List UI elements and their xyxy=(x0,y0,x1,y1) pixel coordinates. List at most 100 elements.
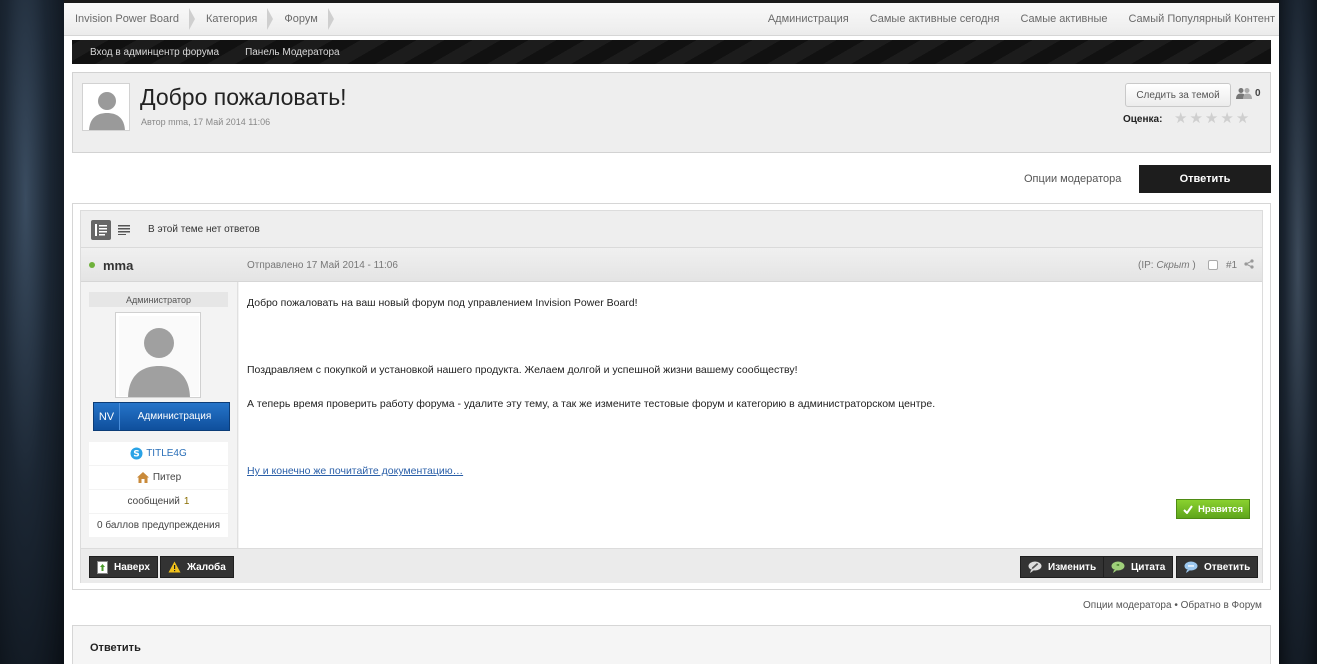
reply-post-button[interactable]: Ответить xyxy=(1176,556,1259,578)
like-label: Нравится xyxy=(1198,503,1243,515)
star-icon[interactable]: ★ xyxy=(1189,111,1202,127)
author-info-column: Администратор NV Администрация S TITLE4G… xyxy=(81,282,238,548)
nav-link-administration[interactable]: Администрация xyxy=(768,13,849,25)
group-initials: NV xyxy=(94,403,120,430)
users-icon xyxy=(1236,88,1252,99)
post-number-link[interactable]: #1 xyxy=(1226,260,1237,271)
edit-bubble-icon xyxy=(1028,561,1042,573)
posts-count-item: сообщений 1 xyxy=(89,490,228,513)
home-icon xyxy=(136,471,150,484)
list-view-icon xyxy=(95,224,107,236)
post-paragraph: Добро пожаловать на ваш новый форум под … xyxy=(247,297,638,309)
posts-count-label: сообщений xyxy=(127,496,180,507)
star-icon[interactable]: ★ xyxy=(1236,111,1249,127)
skype-contact[interactable]: S TITLE4G xyxy=(89,442,228,465)
skype-icon: S xyxy=(130,447,143,460)
quote-label: Цитата xyxy=(1131,561,1166,573)
skype-name: TITLE4G xyxy=(146,448,187,459)
location-item: Питер xyxy=(89,466,228,489)
admin-center-link[interactable]: Вход в админцентр форума xyxy=(90,47,219,58)
quote-button[interactable]: " Цитата xyxy=(1103,556,1174,578)
star-icon[interactable]: ★ xyxy=(1174,111,1187,127)
post-body: Добро пожаловать на ваш новый форум под … xyxy=(239,282,1262,548)
group-name: Администрация xyxy=(137,411,212,422)
star-icon[interactable]: ★ xyxy=(1205,111,1218,127)
follow-topic-button[interactable]: Следить за темой xyxy=(1125,83,1231,107)
post-header: mma Отправлено 17 Май 2014 - 11:06 (IP: … xyxy=(81,248,1262,282)
edit-button[interactable]: Изменить xyxy=(1020,556,1105,578)
posts-count-value: 1 xyxy=(183,496,190,507)
followers-count[interactable]: 0 xyxy=(1236,87,1261,99)
moderator-panel-link[interactable]: Панель Модератора xyxy=(245,47,340,58)
quote-bubble-icon: " xyxy=(1111,561,1125,573)
warning-points[interactable]: 0 баллов предупреждения xyxy=(89,514,228,537)
post-ip-prefix: (IP: xyxy=(1138,260,1157,271)
breadcrumb-item-category[interactable]: Категория xyxy=(195,3,274,35)
topic-header: Добро пожаловать! Автор mma, 17 Май 2014… xyxy=(72,72,1271,153)
avatar-placeholder-icon xyxy=(83,84,129,130)
rating-stars[interactable]: ★ ★ ★ ★ ★ xyxy=(1174,111,1251,127)
rating-label: Оценка: xyxy=(1123,114,1163,125)
author-info-list: S TITLE4G Питер сообщений 1 0 баллов пре… xyxy=(89,442,228,538)
report-button[interactable]: Жалоба xyxy=(160,556,234,578)
like-button[interactable]: Нравится xyxy=(1176,499,1250,519)
documentation-link[interactable]: Ну и конечно же почитайте документацию… xyxy=(247,465,463,477)
bottom-links: Опции модератора • Обратно в Форум xyxy=(1083,600,1262,611)
post-author-link[interactable]: mma xyxy=(103,258,133,273)
view-mode-standard-button[interactable] xyxy=(91,220,111,240)
page-background-right xyxy=(1279,0,1317,664)
post-paragraph: А теперь время проверить работу форума -… xyxy=(247,398,936,410)
topic-mod-bar: В этой теме нет ответов xyxy=(81,211,1262,248)
post-ip: (IP: Скрыт ) xyxy=(1138,260,1196,271)
report-label: Жалоба xyxy=(187,561,226,573)
svg-text:": " xyxy=(1116,563,1120,571)
followers-count-value: 0 xyxy=(1255,87,1261,99)
breadcrumb-item-board[interactable]: Invision Power Board xyxy=(64,3,195,35)
bottom-separator: • xyxy=(1171,600,1181,611)
page-title: Добро пожаловать! xyxy=(140,84,347,110)
lines-icon xyxy=(118,225,130,235)
post-date: Отправлено 17 Май 2014 - 11:06 xyxy=(247,260,398,271)
member-title: Администратор xyxy=(89,292,228,307)
moderator-options-link[interactable]: Опции модератора xyxy=(1024,173,1121,185)
nav-link-popular-content[interactable]: Самый Популярный Контент xyxy=(1128,13,1275,25)
reply-bubble-icon xyxy=(1184,561,1198,573)
view-mode-compact-button[interactable] xyxy=(114,220,134,240)
author-avatar[interactable] xyxy=(115,312,201,398)
back-to-forum-link[interactable]: Обратно в Форум xyxy=(1181,600,1262,611)
star-icon[interactable]: ★ xyxy=(1220,111,1233,127)
post-container: В этой теме нет ответов mma Отправлено 1… xyxy=(72,203,1271,590)
reply-button[interactable]: Ответить xyxy=(1139,165,1271,193)
location-value: Питер xyxy=(152,472,182,483)
nav-link-most-active-today[interactable]: Самые активные сегодня xyxy=(870,13,1000,25)
svg-text:S: S xyxy=(133,450,139,460)
breadcrumb: Invision Power Board Категория Форум xyxy=(64,3,335,35)
breadcrumb-item-forum[interactable]: Форум xyxy=(273,3,335,35)
nav-link-most-active[interactable]: Самые активные xyxy=(1020,13,1107,25)
quick-reply-box: Ответить xyxy=(72,625,1271,664)
post-paragraph: Поздравляем с покупкой и установкой наше… xyxy=(247,364,798,376)
edit-label: Изменить xyxy=(1048,561,1097,573)
back-to-top-button[interactable]: Наверх xyxy=(89,556,158,578)
author-avatar-small[interactable] xyxy=(82,83,130,131)
bottom-moderator-options-link[interactable]: Опции модератора xyxy=(1083,600,1172,611)
top-navigation: Invision Power Board Категория Форум Адм… xyxy=(64,0,1279,36)
warning-icon xyxy=(168,561,181,573)
reply-post-label: Ответить xyxy=(1204,561,1251,573)
page-background-left xyxy=(0,0,64,664)
post-ip-suffix: ) xyxy=(1189,260,1196,271)
online-status-icon xyxy=(89,262,95,268)
avatar-placeholder-icon xyxy=(116,313,200,397)
quick-reply-title: Ответить xyxy=(90,642,141,654)
share-icon[interactable] xyxy=(1244,259,1254,272)
post-select-checkbox[interactable] xyxy=(1208,260,1218,270)
post-ip-value: Скрыт xyxy=(1156,260,1190,271)
post: В этой теме нет ответов mma Отправлено 1… xyxy=(80,210,1263,583)
top-links: Администрация Самые активные сегодня Сам… xyxy=(747,3,1275,35)
topic-meta: Автор mma, 17 Май 2014 11:06 xyxy=(141,117,271,127)
no-replies-text: В этой теме нет ответов xyxy=(148,224,260,235)
document-up-icon xyxy=(97,560,108,574)
group-badge: NV Администрация xyxy=(93,402,230,431)
post-footer: Наверх Жалоба Изменить " Цитата Ответить xyxy=(81,548,1262,583)
page-container: Invision Power Board Категория Форум Адм… xyxy=(64,0,1279,664)
